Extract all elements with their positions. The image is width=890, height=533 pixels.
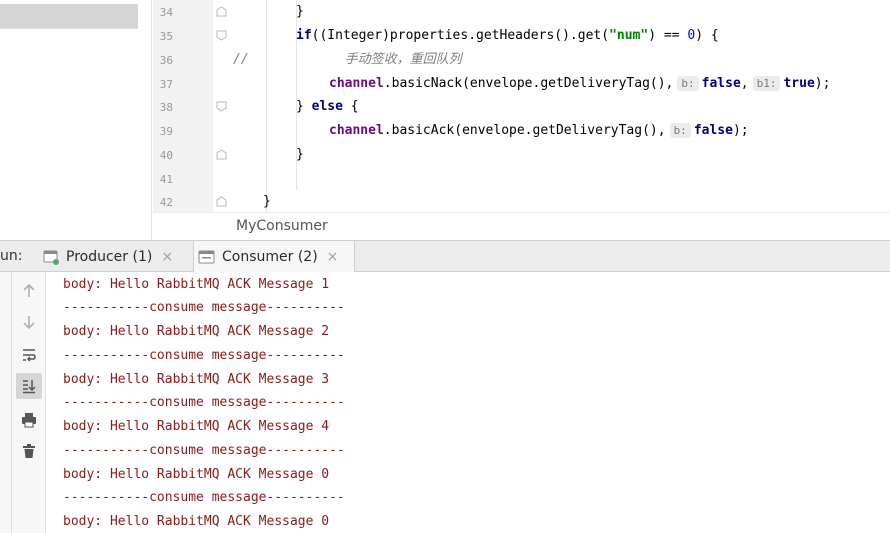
- line-number: 34: [159, 6, 173, 19]
- line-number: 35: [159, 30, 173, 43]
- tool-window-strip: [0, 272, 12, 533]
- indent-guide: [266, 0, 267, 212]
- console-line[interactable]: -----------consume message----------: [63, 488, 345, 508]
- tab-label: Consumer (2): [222, 248, 318, 265]
- line-number: 36: [159, 54, 173, 67]
- console-line[interactable]: body: Hello RabbitMQ ACK Message 1: [63, 275, 329, 295]
- code-line-39[interactable]: channel.basicAck(envelope.getDeliveryTag…: [329, 122, 749, 140]
- console-line[interactable]: body: Hello RabbitMQ ACK Message 4: [63, 417, 329, 437]
- line-number: 39: [159, 125, 173, 138]
- breadcrumb-bar: MyConsumer: [153, 212, 890, 240]
- console-icon: [198, 249, 216, 265]
- param-hint-b: b:: [677, 76, 699, 91]
- console-line[interactable]: -----------consume message----------: [63, 441, 345, 461]
- code-line-40[interactable]: }: [296, 146, 304, 164]
- console-output[interactable]: body: Hello RabbitMQ ACK Message 1 -----…: [47, 272, 890, 533]
- console-line[interactable]: body: Hello RabbitMQ ACK Message 3: [63, 370, 329, 390]
- editor-gutter[interactable]: 34 35 36 37 38 39 40 41 42: [153, 0, 213, 212]
- line-number: 40: [159, 149, 173, 162]
- console-line[interactable]: -----------consume message----------: [63, 346, 345, 366]
- code-line-38[interactable]: } else {: [296, 98, 359, 116]
- tab-producer[interactable]: Producer (1) ×: [38, 241, 188, 272]
- print-icon[interactable]: [16, 407, 42, 433]
- fold-end-icon[interactable]: [216, 6, 227, 17]
- up-arrow-icon[interactable]: [16, 278, 42, 304]
- console-line[interactable]: -----------consume message----------: [63, 298, 345, 318]
- code-line-42[interactable]: }: [263, 193, 271, 211]
- console-line[interactable]: body: Hello RabbitMQ ACK Message 0: [63, 512, 329, 532]
- soft-wrap-icon[interactable]: [16, 342, 42, 368]
- run-window-label: un:: [0, 248, 23, 264]
- line-number: 42: [159, 196, 173, 209]
- down-arrow-icon[interactable]: [16, 309, 42, 335]
- close-icon[interactable]: ×: [327, 249, 339, 265]
- console-line[interactable]: body: Hello RabbitMQ ACK Message 0: [63, 465, 329, 485]
- project-tree-divider: [0, 28, 138, 29]
- code-line-34[interactable]: }: [296, 3, 304, 21]
- tab-label: Producer (1): [66, 248, 153, 265]
- scroll-to-end-icon[interactable]: [16, 373, 42, 399]
- fold-end-icon[interactable]: [216, 149, 227, 160]
- line-number: 37: [159, 78, 173, 91]
- breadcrumb[interactable]: MyConsumer: [236, 218, 328, 234]
- param-hint-b: b:: [669, 123, 691, 138]
- run-config-icon: [42, 249, 60, 265]
- fold-end-icon[interactable]: [216, 196, 227, 207]
- code-line-35[interactable]: if((Integer)properties.getHeaders().get(…: [296, 27, 719, 45]
- fold-start-icon[interactable]: [216, 101, 227, 112]
- code-line-36[interactable]: //手动签收，重回队列: [233, 51, 462, 69]
- param-hint-b1: b1:: [752, 76, 781, 91]
- run-tab-bar: un: Producer (1) × Consumer (2) ×: [0, 240, 890, 272]
- close-icon[interactable]: ×: [161, 249, 173, 265]
- code-editor[interactable]: } if((Integer)properties.getHeaders().ge…: [233, 0, 890, 212]
- console-line[interactable]: -----------consume message----------: [63, 393, 345, 413]
- console-line[interactable]: body: Hello RabbitMQ ACK Message 2: [63, 322, 329, 342]
- tab-consumer[interactable]: Consumer (2) ×: [193, 241, 355, 272]
- line-number: 38: [159, 101, 173, 114]
- project-panel[interactable]: [0, 0, 152, 240]
- code-line-37[interactable]: channel.basicNack(envelope.getDeliveryTa…: [329, 75, 830, 93]
- run-toolbar: [12, 272, 46, 533]
- project-tree-selected-row[interactable]: [0, 4, 138, 28]
- fold-start-icon[interactable]: [216, 30, 227, 41]
- line-number: 41: [159, 173, 173, 186]
- trash-icon[interactable]: [16, 438, 42, 464]
